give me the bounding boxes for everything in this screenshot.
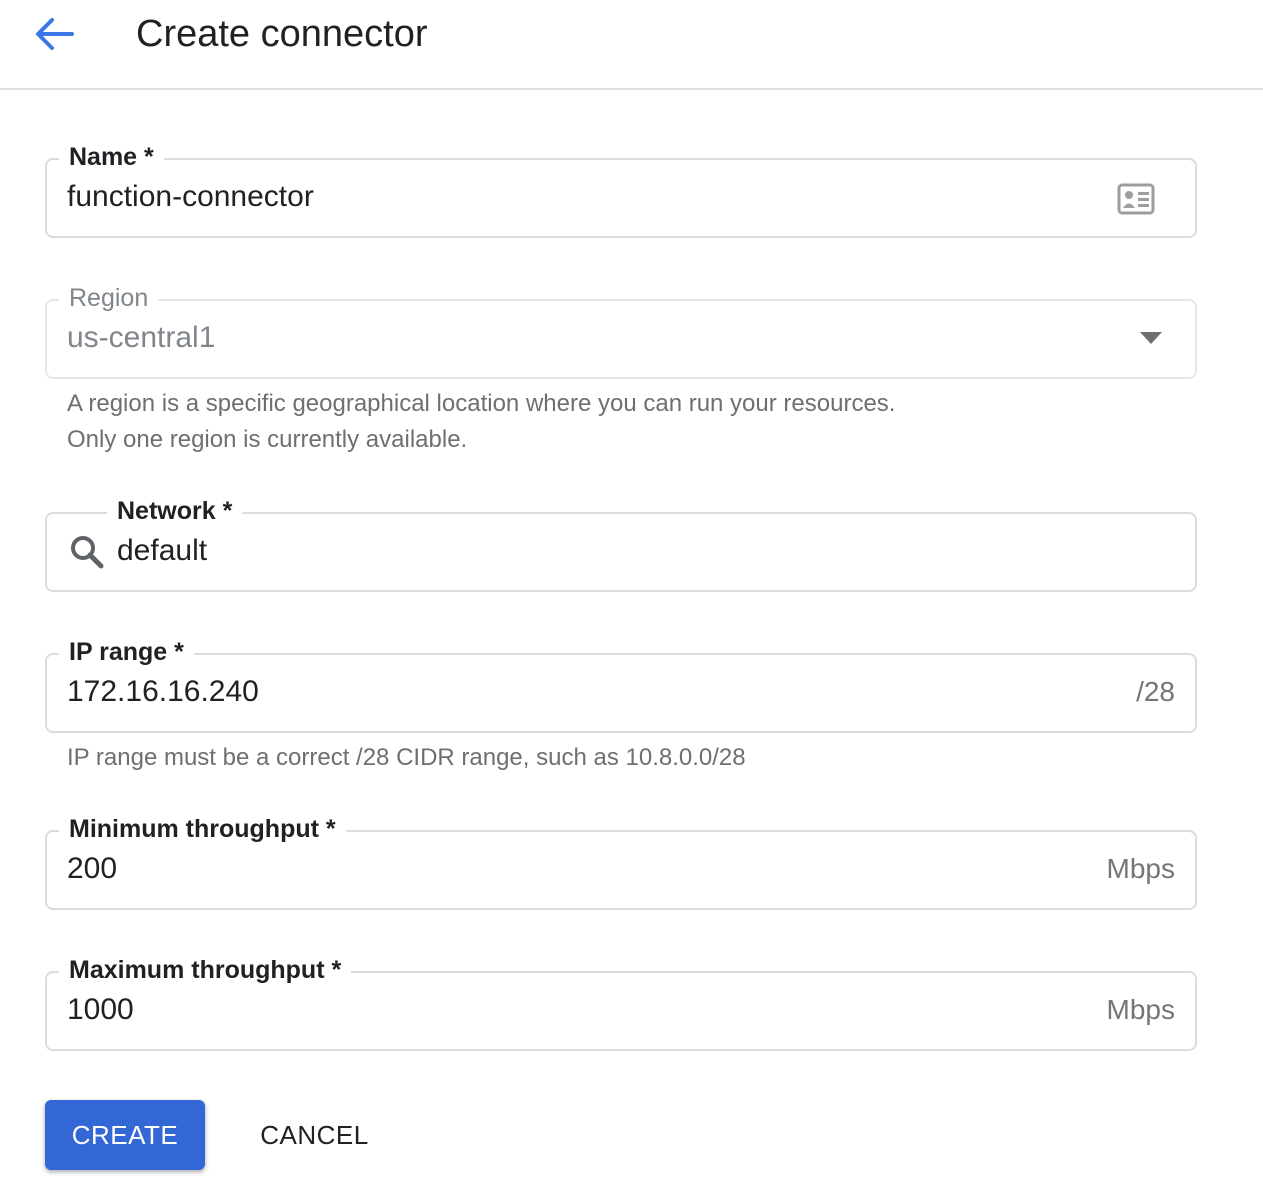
max-throughput-input[interactable]: 1000 <box>67 991 134 1029</box>
region-hint-secondary: Only one region is currently available. <box>67 426 468 453</box>
ip-range-field[interactable]: IP range * 172.16.16.240 /28 <box>45 635 1197 733</box>
search-icon <box>69 534 105 575</box>
ip-range-label: IP range * <box>59 635 194 669</box>
network-label: Network * <box>107 494 243 528</box>
name-label: Name * <box>59 140 164 174</box>
min-throughput-label: Minimum throughput * <box>59 812 346 846</box>
min-throughput-field[interactable]: Minimum throughput * 200 Mbps <box>45 812 1197 910</box>
min-throughput-unit: Mbps <box>1106 853 1175 884</box>
ip-range-hint: IP range must be a correct /28 CIDR rang… <box>67 744 746 771</box>
min-throughput-input[interactable]: 200 <box>67 850 117 888</box>
ip-range-input[interactable]: 172.16.16.240 <box>67 673 259 711</box>
max-throughput-unit: Mbps <box>1106 994 1175 1025</box>
network-input[interactable]: default <box>117 532 207 570</box>
region-value: us-central1 <box>67 321 216 354</box>
max-throughput-label: Maximum throughput * <box>59 953 352 987</box>
back-button[interactable] <box>30 12 78 56</box>
region-label: Region <box>59 281 159 315</box>
name-field[interactable]: Name * function-connector <box>45 140 1197 238</box>
page-header: Create connector <box>0 0 1263 90</box>
ip-range-suffix: /28 <box>1136 676 1175 707</box>
create-button[interactable]: CREATE <box>45 1100 205 1170</box>
contact-card-icon[interactable] <box>1117 182 1155 221</box>
region-hint: A region is a specific geographical loca… <box>67 390 896 417</box>
max-throughput-field[interactable]: Maximum throughput * 1000 Mbps <box>45 953 1197 1051</box>
name-input[interactable]: function-connector <box>67 178 314 216</box>
arrow-back-icon[interactable] <box>34 17 74 51</box>
dropdown-arrow-icon[interactable] <box>1139 331 1163 350</box>
page-title: Create connector <box>136 13 428 55</box>
region-select[interactable]: Region us-central1 <box>45 281 1197 379</box>
cancel-button[interactable]: CANCEL <box>242 1100 387 1170</box>
network-field[interactable]: Network * default <box>45 494 1197 592</box>
